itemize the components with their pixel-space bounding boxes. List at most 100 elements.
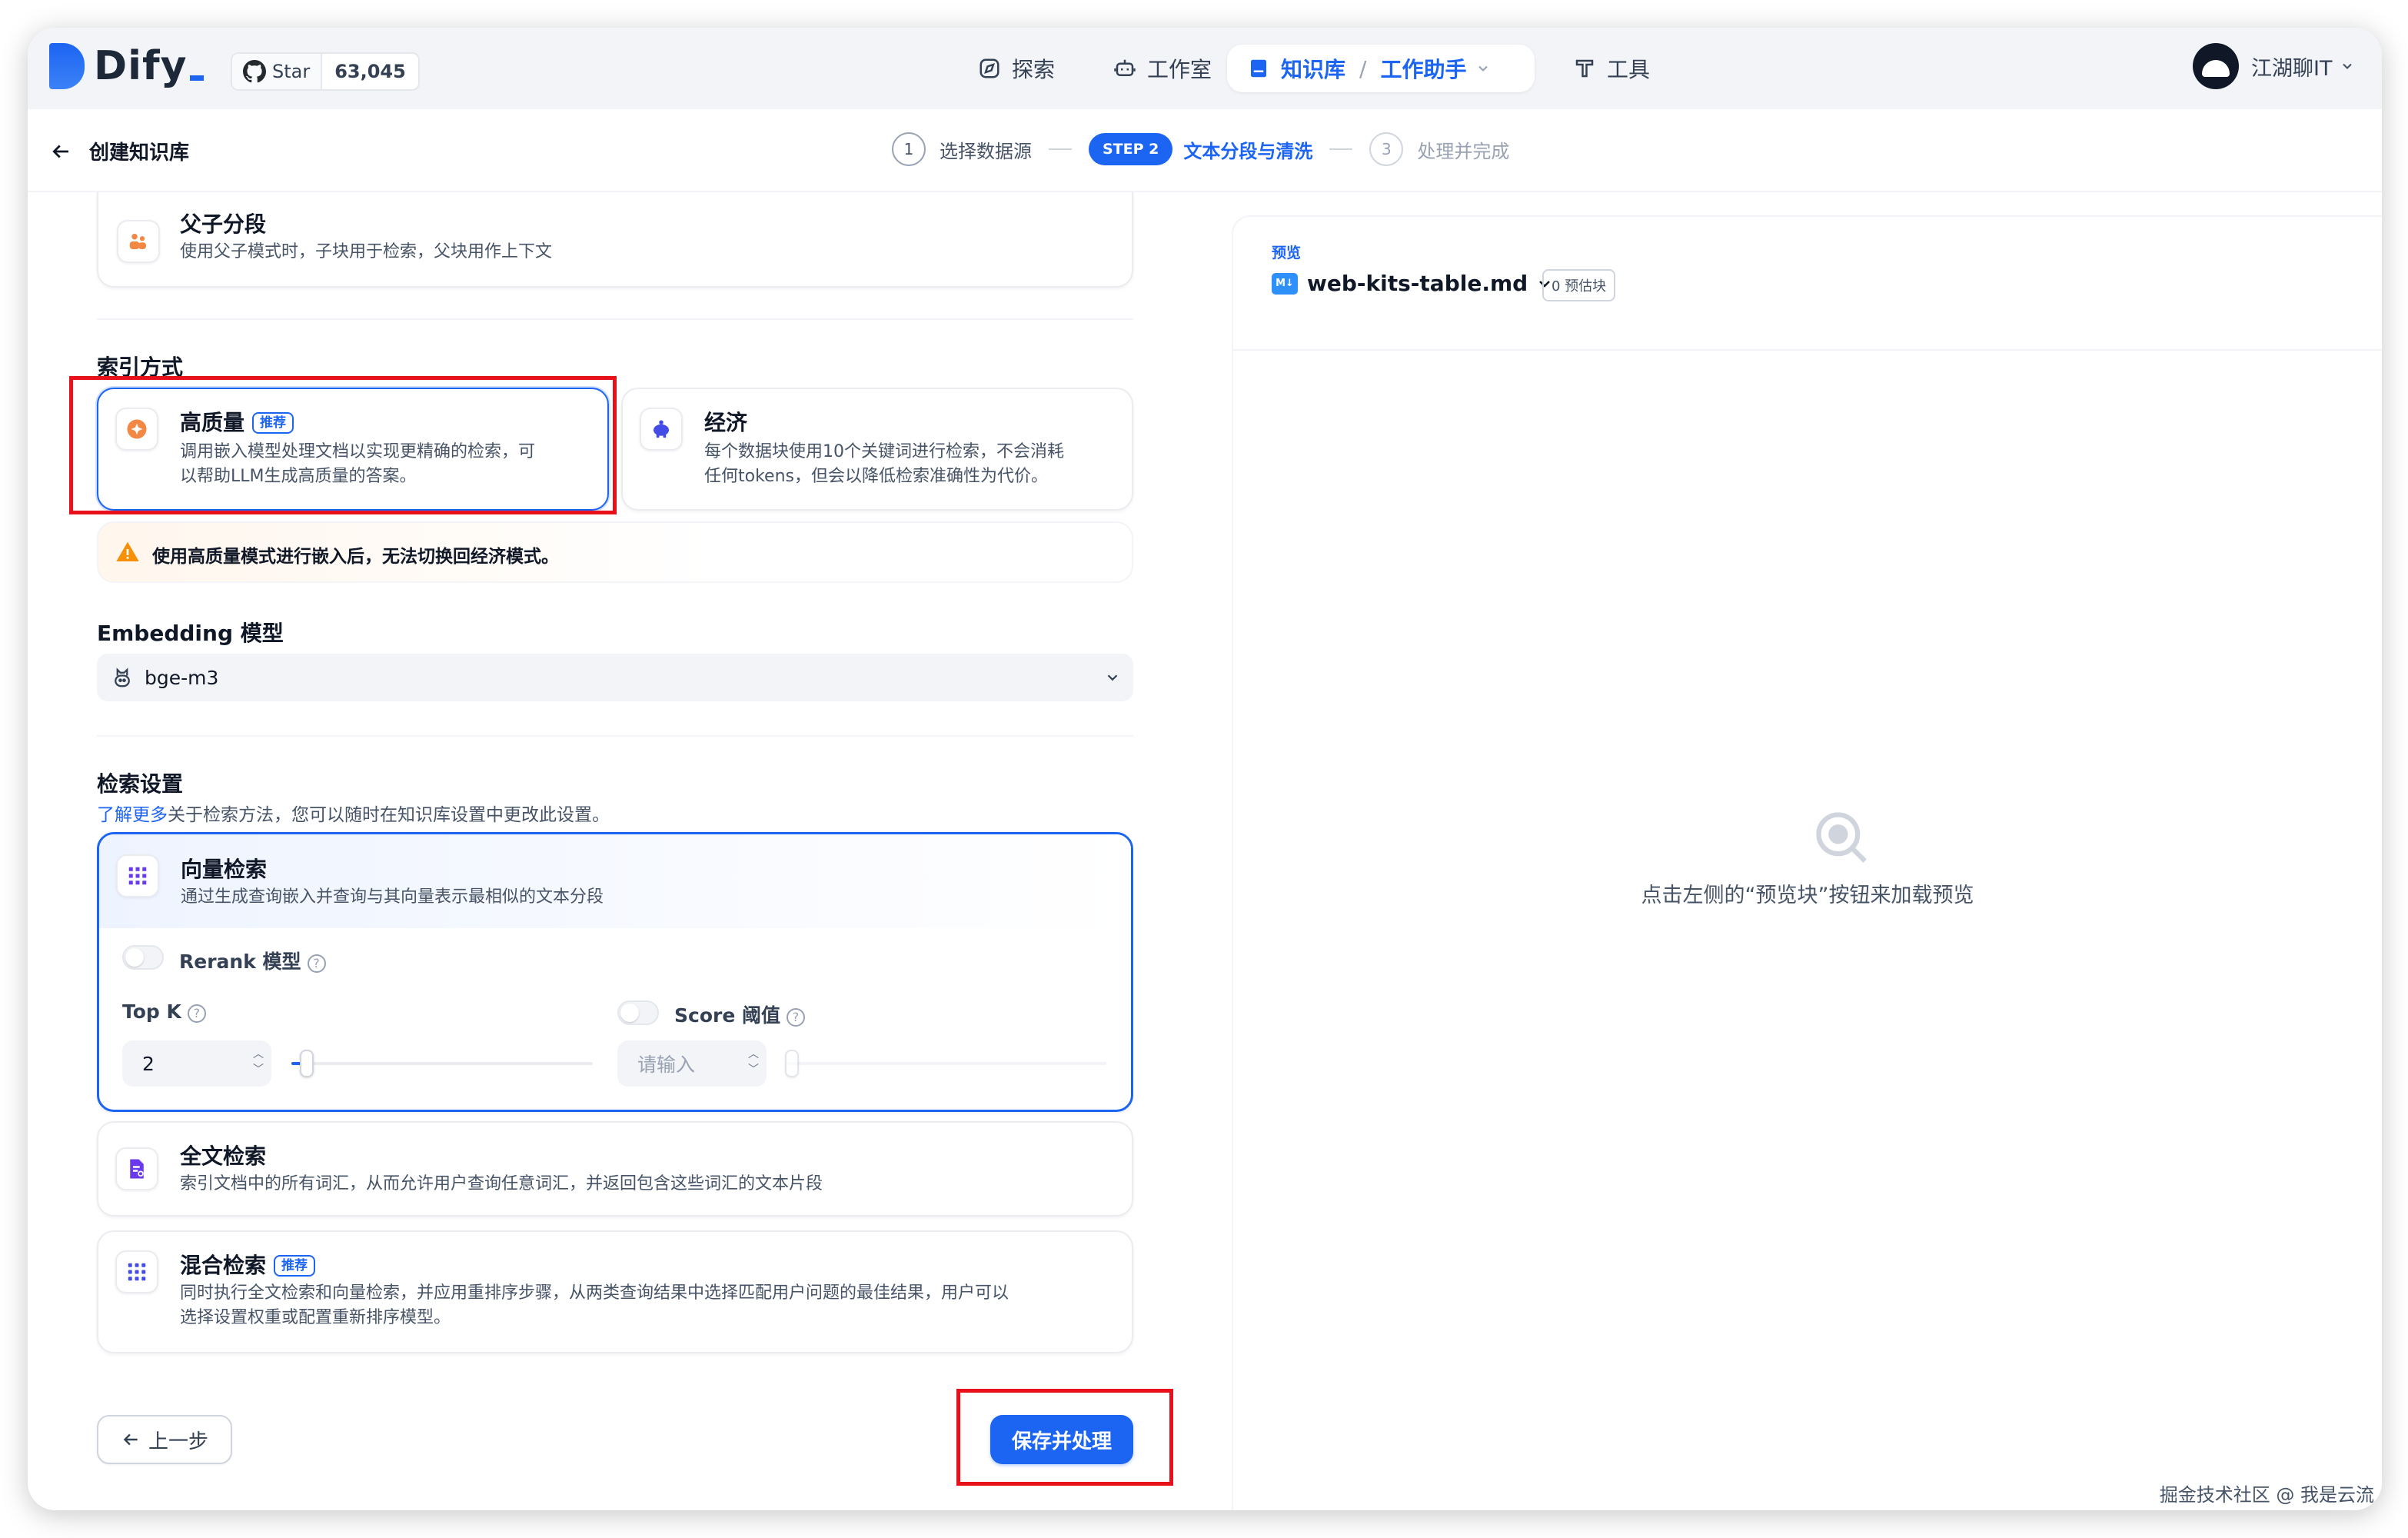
vector-search-option[interactable]: 向量检索 通过生成查询嵌入并查询与其向量表示最相似的文本分段 Rerank 模型… bbox=[97, 832, 1133, 1112]
topk-input[interactable]: 2 ︿ ﹀ bbox=[122, 1040, 271, 1087]
tool-icon bbox=[1575, 59, 1594, 78]
highlight-box-index-mode bbox=[69, 376, 617, 514]
parent-child-option[interactable]: 父子分段 使用父子模式时，子块用于检索，父块用作上下文 bbox=[97, 192, 1133, 288]
nav-tools[interactable]: 工具 bbox=[1573, 45, 1650, 92]
divider bbox=[97, 318, 1133, 320]
chevron-up-icon[interactable]: ︿ bbox=[253, 1047, 264, 1062]
chevron-down-icon[interactable]: ﹀ bbox=[253, 1062, 264, 1077]
step-1-label: 选择数据源 bbox=[940, 140, 1032, 162]
topk-slider-thumb[interactable] bbox=[300, 1050, 314, 1077]
step-divider bbox=[1329, 148, 1353, 150]
step-3-number: 3 bbox=[1369, 132, 1404, 166]
dify-logo[interactable]: Dify bbox=[49, 43, 204, 89]
score-slider-thumb bbox=[785, 1050, 799, 1077]
ollama-icon bbox=[115, 667, 130, 687]
preview-label: 预览 bbox=[1272, 245, 1302, 261]
highlight-box-save bbox=[956, 1389, 1173, 1486]
step-indicator: 1 选择数据源 STEP 2 文本分段与清洗 3 处理并完成 bbox=[892, 132, 1509, 166]
vector-grid-icon bbox=[116, 854, 159, 897]
compass-icon bbox=[979, 58, 999, 78]
nav-separator: / bbox=[1359, 55, 1367, 82]
parent-child-icon bbox=[117, 220, 160, 263]
github-star-label: Star bbox=[272, 61, 311, 82]
parent-child-title: 父子分段 bbox=[180, 211, 267, 237]
markdown-icon: M↓ bbox=[1272, 272, 1298, 295]
chevron-up-icon[interactable]: ︿ bbox=[748, 1047, 759, 1062]
previous-step-label: 上一步 bbox=[148, 1430, 208, 1453]
nav-studio-label: 工作室 bbox=[1147, 57, 1212, 82]
step-2-pill: STEP 2 bbox=[1089, 133, 1173, 165]
embedding-model-value: bge-m3 bbox=[145, 666, 219, 689]
divider bbox=[1233, 349, 2382, 351]
hybrid-search-option[interactable]: 混合检索 推荐 同时执行全文检索和向量检索，并应用重排序步骤，从两类查询结果中选择… bbox=[97, 1230, 1133, 1353]
topk-label: Top K? bbox=[122, 1000, 206, 1023]
github-star-count[interactable]: 63,045 bbox=[321, 54, 418, 89]
vector-search-title: 向量检索 bbox=[181, 857, 268, 882]
document-search-icon bbox=[115, 1147, 158, 1190]
arrow-left-icon bbox=[52, 145, 68, 158]
workspace-app-selector[interactable]: 工作助手 bbox=[1380, 53, 1466, 84]
back-button[interactable]: 创建知识库 bbox=[49, 137, 189, 165]
page-header: 创建知识库 1 选择数据源 STEP 2 文本分段与清洗 3 处理并完成 bbox=[28, 109, 2382, 192]
hybrid-search-title: 混合检索 推荐 bbox=[180, 1249, 316, 1280]
fulltext-search-option[interactable]: 全文检索 索引文档中的所有词汇，从而允许用户查询任意词汇，并返回包含这些词汇的文… bbox=[97, 1121, 1133, 1217]
search-empty-icon bbox=[1816, 812, 1867, 863]
dify-logo-mark bbox=[49, 43, 85, 89]
fulltext-search-desc: 索引文档中的所有词汇，从而允许用户查询任意词汇，并返回包含这些词汇的文本片段 bbox=[180, 1174, 823, 1193]
hybrid-search-desc: 同时执行全文检索和向量检索，并应用重排序步骤，从两类查询结果中选择匹配用户问题的… bbox=[180, 1283, 1009, 1327]
top-navbar: Dify Star 63,045 探索 工作室 知识库 / 工作助手 工具 江湖… bbox=[28, 28, 2382, 109]
fulltext-search-title: 全文检索 bbox=[180, 1144, 267, 1169]
economy-desc: 每个数据块使用10个关键词进行检索，不会消耗 任何tokens，但会以降低检索准确… bbox=[704, 442, 1064, 486]
divider bbox=[97, 735, 1133, 737]
recommended-badge: 推荐 bbox=[274, 1255, 316, 1277]
app-window: Dify Star 63,045 探索 工作室 知识库 / 工作助手 工具 江湖… bbox=[28, 28, 2382, 1510]
github-star-button[interactable]: Star bbox=[232, 54, 321, 89]
rerank-toggle[interactable] bbox=[122, 945, 164, 970]
help-icon[interactable]: ? bbox=[787, 1008, 805, 1027]
user-menu[interactable]: 江湖聊IT bbox=[2193, 43, 2355, 89]
step-2-label: 文本分段与清洗 bbox=[1183, 140, 1313, 162]
robot-icon bbox=[1114, 59, 1136, 76]
embedding-title: Embedding 模型 bbox=[97, 621, 284, 646]
nav-explore[interactable]: 探索 bbox=[978, 45, 1055, 92]
learn-more-link[interactable]: 了解更多 bbox=[97, 805, 168, 825]
step-divider bbox=[1049, 148, 1072, 150]
score-threshold-toggle[interactable] bbox=[617, 1000, 659, 1025]
score-threshold-label: Score 阈值? bbox=[674, 1000, 805, 1028]
retrieval-settings-title: 检索设置 bbox=[97, 771, 184, 797]
nav-knowledge[interactable]: 知识库 / 工作助手 bbox=[1227, 45, 1535, 92]
topk-stepper[interactable]: ︿ ﹀ bbox=[253, 1047, 264, 1077]
user-name: 江湖聊IT bbox=[2251, 56, 2333, 81]
score-stepper[interactable]: ︿ ﹀ bbox=[748, 1047, 759, 1077]
chevron-down-icon[interactable]: ﹀ bbox=[748, 1062, 759, 1077]
github-star-widget[interactable]: Star 63,045 bbox=[231, 52, 420, 91]
nav-studio[interactable]: 工作室 bbox=[1113, 45, 1212, 92]
retrieval-hint: 了解更多关于检索方法，您可以随时在知识库设置中更改此设置。 bbox=[97, 805, 610, 825]
score-threshold-placeholder: 请输入 bbox=[637, 1054, 696, 1076]
rerank-label: Rerank 模型? bbox=[179, 947, 326, 974]
hybrid-grid-icon bbox=[115, 1250, 158, 1293]
vector-search-desc: 通过生成查询嵌入并查询与其向量表示最相似的文本分段 bbox=[181, 887, 604, 907]
preview-file-selector[interactable]: M↓ web-kits-table.md bbox=[1272, 271, 1554, 296]
index-economy-option[interactable]: 经济 每个数据块使用10个关键词进行检索，不会消耗 任何tokens，但会以降低检… bbox=[621, 388, 1133, 511]
estimated-chunks-badge: 0 预估块 bbox=[1542, 269, 1616, 301]
topk-value: 2 bbox=[142, 1052, 155, 1075]
help-icon[interactable]: ? bbox=[307, 954, 326, 973]
nav-explore-label: 探索 bbox=[1012, 57, 1056, 82]
topk-slider-track[interactable] bbox=[291, 1062, 593, 1065]
score-threshold-input[interactable]: 请输入 ︿ ﹀ bbox=[617, 1040, 767, 1087]
index-warning-text: 使用高质量模式进行嵌入后，无法切换回经济模式。 bbox=[152, 547, 559, 567]
book-icon bbox=[1251, 59, 1266, 78]
embedding-model-select[interactable]: bge-m3 bbox=[97, 654, 1133, 701]
help-icon[interactable]: ? bbox=[187, 1004, 206, 1023]
chevron-down-icon bbox=[1107, 674, 1118, 681]
chevron-down-icon[interactable] bbox=[1475, 61, 1491, 76]
previous-step-button[interactable]: 上一步 bbox=[97, 1415, 232, 1464]
arrow-left-icon bbox=[123, 1433, 138, 1446]
preview-empty-text: 点击左侧的“预览块”按钮来加载预览 bbox=[1641, 884, 1974, 907]
nav-tools-label: 工具 bbox=[1607, 57, 1651, 82]
page-title: 创建知识库 bbox=[89, 141, 190, 165]
piggy-bank-icon bbox=[640, 408, 683, 451]
dify-logo-text: Dify bbox=[94, 43, 204, 89]
watermark-text: 掘金技术社区 @ 我是云流 bbox=[2159, 1484, 2374, 1506]
